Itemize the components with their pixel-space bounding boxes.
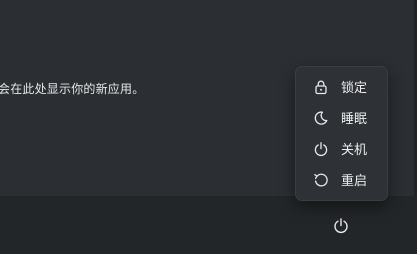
power-button[interactable] — [329, 216, 353, 240]
empty-apps-message: 会在此处显示你的新应用。 — [0, 82, 145, 96]
menu-item-label: 重启 — [341, 174, 368, 189]
start-menu-footer — [0, 196, 417, 254]
menu-item-restart[interactable]: 重启 — [300, 164, 383, 195]
start-menu-window: 会在此处显示你的新应用。 锁定 睡眠 关机 重启 — [0, 0, 417, 254]
menu-item-sleep[interactable]: 睡眠 — [300, 102, 383, 133]
power-options-menu: 锁定 睡眠 关机 重启 — [295, 66, 388, 201]
menu-item-lock[interactable]: 锁定 — [300, 71, 383, 102]
menu-item-label: 锁定 — [341, 81, 368, 96]
power-icon — [332, 217, 350, 239]
power-icon — [312, 140, 330, 158]
restart-icon — [312, 171, 330, 189]
menu-item-shutdown[interactable]: 关机 — [300, 133, 383, 164]
menu-item-label: 关机 — [341, 143, 368, 158]
moon-icon — [312, 109, 330, 127]
menu-item-label: 睡眠 — [341, 112, 368, 127]
lock-icon — [312, 78, 330, 96]
